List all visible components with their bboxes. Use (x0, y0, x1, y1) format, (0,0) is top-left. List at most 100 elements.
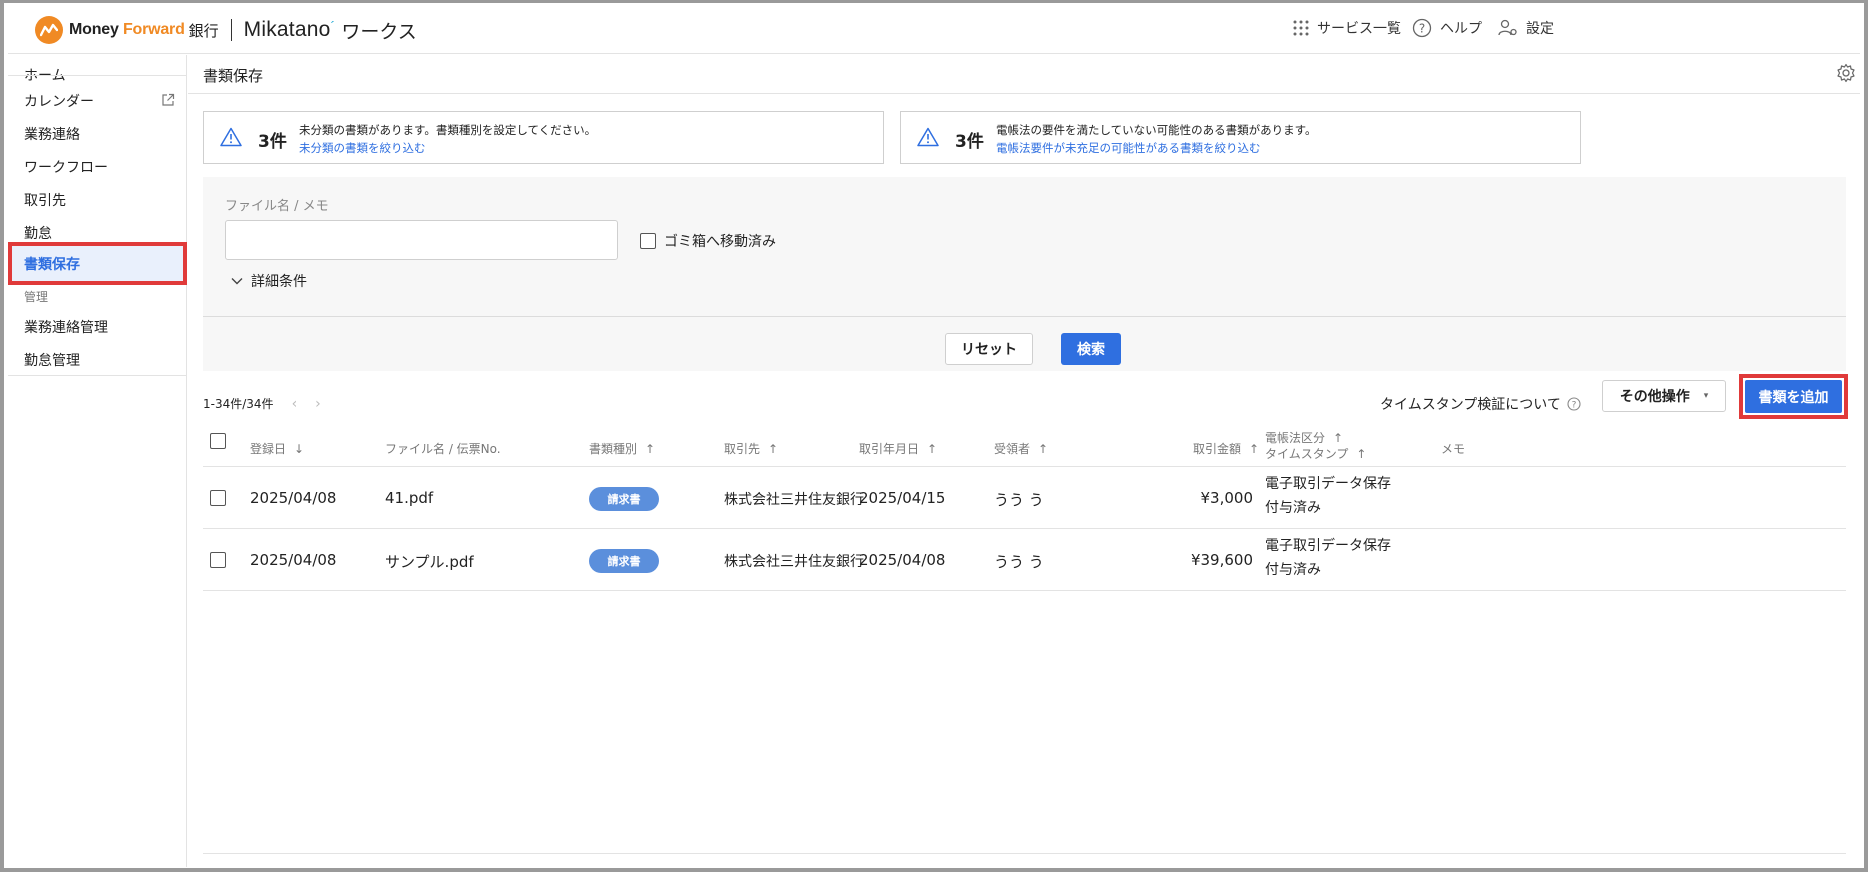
timestamp-verification-label: タイムスタンプ検証について (1380, 397, 1561, 413)
alert-filter-link[interactable]: 未分類の書類を絞り込む (299, 140, 426, 156)
sidebar-item-document-storage[interactable]: 書類保存 (8, 242, 187, 285)
cell-transaction-date: 2025/04/15 (859, 489, 946, 507)
cell-partner: 株式会社三井住友銀行 (724, 554, 864, 570)
search-button[interactable]: 検索 (1061, 333, 1121, 365)
table-row[interactable]: 2025/04/08 サンプル.pdf 請求書 株式会社三井住友銀行 2025/… (203, 530, 1846, 591)
gear-icon[interactable] (1836, 63, 1856, 83)
services-menu-button[interactable]: サービス一覧 (1293, 18, 1401, 38)
sort-asc-icon: ↑ (645, 441, 656, 456)
sort-asc-icon: ↑ (768, 441, 779, 456)
header-filename: ファイル名 / 伝票No. (385, 440, 501, 457)
sort-asc-icon: ↑ (1333, 430, 1344, 445)
sidebar-item-label: 業務連絡 (24, 126, 80, 143)
header-memo: メモ (1441, 440, 1465, 457)
sidebar-item-label: カレンダー (24, 93, 94, 110)
alert-count: 3件 (258, 132, 287, 152)
header-label: 受領者 (994, 442, 1031, 456)
alert-message: 未分類の書類があります。書類種別を設定してください。 (299, 123, 597, 137)
chevron-down-icon (231, 278, 243, 285)
header-amount[interactable]: 取引金額 ↑ (1193, 440, 1259, 457)
trash-filter-label: ゴミ箱へ移動済み (664, 234, 776, 250)
cell-amount: ¥39,600 (1190, 551, 1253, 569)
title-divider (188, 93, 1860, 94)
row-checkbox[interactable] (210, 490, 226, 506)
cell-ebook-category: 電子取引データ保存 (1265, 538, 1391, 554)
main-content: 書類保存 3件 未分類の書類があります。書類種別を設定してください。 未分類の書… (188, 55, 1860, 867)
table-bottom-divider (203, 853, 1846, 854)
cell-registered-date: 2025/04/08 (250, 489, 337, 507)
header-label: 電帳法区分 (1265, 431, 1326, 445)
warning-icon (220, 127, 242, 147)
doctype-badge: 請求書 (589, 487, 659, 511)
alert-unclassified: 3件 未分類の書類があります。書類種別を設定してください。 未分類の書類を絞り込… (203, 111, 884, 164)
cell-amount: ¥3,000 (1200, 489, 1254, 507)
svg-text:?: ? (1572, 400, 1577, 410)
pagination: 1-34件/34件 ‹ › (203, 395, 321, 412)
cell-transaction-date: 2025/04/08 (859, 551, 946, 569)
reset-button[interactable]: リセット (945, 333, 1033, 365)
header-timestamp[interactable]: タイムスタンプ ↑ (1265, 445, 1366, 462)
filename-memo-label: ファイル名 / メモ (225, 199, 329, 214)
sidebar-item-attendance-admin[interactable]: 勤怠管理 (8, 340, 187, 379)
sidebar-group-admin: 管理 (24, 290, 49, 304)
user-settings-icon (1498, 19, 1517, 36)
sort-asc-icon: ↑ (1249, 441, 1260, 456)
search-panel: ファイル名 / メモ ゴミ箱へ移動済み 詳細条件 リセット 検索 (203, 177, 1846, 371)
alert-ebook-requirements: 3件 電帳法の要件を満たしていない可能性のある書類があります。 電帳法要件が未充… (900, 111, 1581, 164)
alert-filter-link[interactable]: 電帳法要件が未充足の可能性がある書類を絞り込む (996, 140, 1261, 156)
other-operations-label: その他操作 (1619, 389, 1690, 405)
table-row[interactable]: 2025/04/08 41.pdf 請求書 株式会社三井住友銀行 2025/04… (203, 468, 1846, 529)
caret-down-icon: ▾ (1703, 391, 1709, 401)
cell-timestamp: 付与済み (1265, 500, 1321, 516)
header-registered-date[interactable]: 登録日 ↓ (250, 440, 304, 457)
header-label: 取引先 (724, 442, 761, 456)
doctype-badge: 請求書 (589, 549, 659, 573)
add-document-button[interactable]: 書類を追加 (1745, 380, 1842, 413)
divider (8, 75, 187, 76)
help-icon: ? (1567, 397, 1581, 411)
header-transaction-date[interactable]: 取引年月日 ↑ (859, 440, 937, 457)
brand-mikatano: Mikatano´ (243, 18, 336, 41)
cell-receiver: うう う (994, 491, 1044, 509)
detail-conditions-toggle[interactable]: 詳細条件 (231, 271, 307, 291)
money-forward-logo-icon (35, 16, 63, 44)
sidebar: ホーム カレンダー 業務連絡 ワークフロー 取引先 勤怠 書類保存 管理 業務連… (8, 55, 187, 867)
divider (8, 375, 187, 376)
help-icon: ? (1412, 18, 1432, 38)
app-logo[interactable]: Money Forward 銀行 Mikatano´ ワークス (35, 16, 417, 44)
add-document-highlight: 書類を追加 (1739, 374, 1848, 419)
checkbox[interactable] (640, 233, 656, 249)
other-operations-dropdown[interactable]: その他操作 ▾ (1602, 380, 1726, 412)
header-receiver[interactable]: 受領者 ↑ (994, 440, 1048, 457)
header-label: 取引金額 (1193, 442, 1242, 456)
pagination-count: 1-34件/34件 (203, 397, 274, 411)
settings-button[interactable]: 設定 (1498, 18, 1554, 38)
sidebar-item-label: ワークフロー (24, 159, 108, 176)
brand-bank: 銀行 (188, 21, 219, 40)
timestamp-verification-link[interactable]: タイムスタンプ検証について ? (1380, 394, 1581, 414)
settings-label: 設定 (1526, 21, 1554, 37)
warning-icon (917, 127, 939, 147)
header-label: 取引年月日 (859, 442, 920, 456)
row-checkbox[interactable] (210, 552, 226, 568)
header-label: 書類種別 (589, 442, 638, 456)
select-all-checkbox[interactable] (210, 433, 226, 449)
sidebar-item-label: 勤怠 (24, 225, 52, 242)
help-button[interactable]: ? ヘルプ (1412, 18, 1482, 38)
cell-timestamp: 付与済み (1265, 562, 1321, 578)
logo-divider (230, 19, 232, 41)
prev-page-icon[interactable]: ‹ (292, 396, 298, 412)
alert-message: 電帳法の要件を満たしていない可能性のある書類があります。 (996, 123, 1317, 137)
next-page-icon[interactable]: › (315, 396, 321, 412)
grid-icon (1293, 20, 1309, 36)
header-ebook-category[interactable]: 電帳法区分 ↑ (1265, 429, 1343, 446)
filename-memo-input[interactable] (225, 220, 618, 260)
help-label: ヘルプ (1440, 21, 1482, 37)
trash-filter-checkbox[interactable]: ゴミ箱へ移動済み (640, 231, 776, 251)
brand-works: ワークス (341, 20, 417, 43)
header-partner[interactable]: 取引先 ↑ (724, 440, 778, 457)
cell-filename: サンプル.pdf (385, 553, 474, 571)
cell-ebook-category: 電子取引データ保存 (1265, 476, 1391, 492)
sort-asc-icon: ↑ (1356, 446, 1367, 461)
header-doctype[interactable]: 書類種別 ↑ (589, 440, 655, 457)
